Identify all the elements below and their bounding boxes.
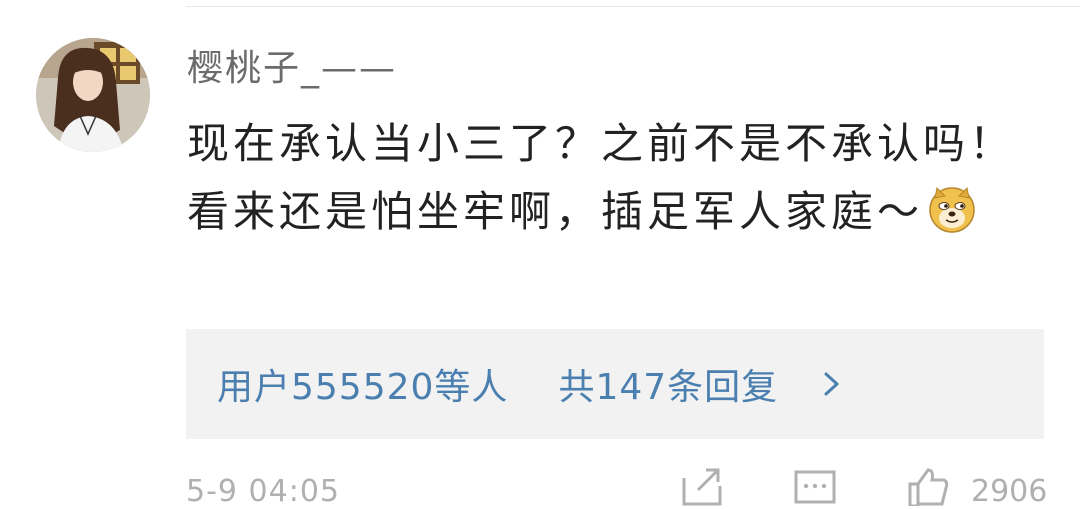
- reply-users-link[interactable]: 用户555520等人: [217, 358, 508, 410]
- comment-icon[interactable]: [793, 466, 837, 506]
- share-icon[interactable]: [680, 466, 724, 506]
- reply-count-link[interactable]: 共147条回复: [558, 358, 778, 410]
- top-divider: [186, 6, 1080, 7]
- comment-text: 现在承认当小三了？之前不是不承认吗！看来还是怕坐牢啊，插足军人家庭～: [187, 119, 1016, 236]
- doge-emoji-icon: [927, 184, 977, 234]
- username[interactable]: 樱桃子_——: [187, 44, 397, 94]
- replies-box[interactable]: 用户555520等人 共147条回复: [186, 329, 1044, 439]
- avatar[interactable]: [36, 38, 150, 152]
- comment-text-block: 现在承认当小三了？之前不是不承认吗！看来还是怕坐牢啊，插足军人家庭～: [187, 110, 1037, 246]
- chevron-right-icon[interactable]: [820, 371, 842, 397]
- avatar-image: [36, 38, 150, 152]
- thumbs-up-icon[interactable]: [906, 466, 950, 506]
